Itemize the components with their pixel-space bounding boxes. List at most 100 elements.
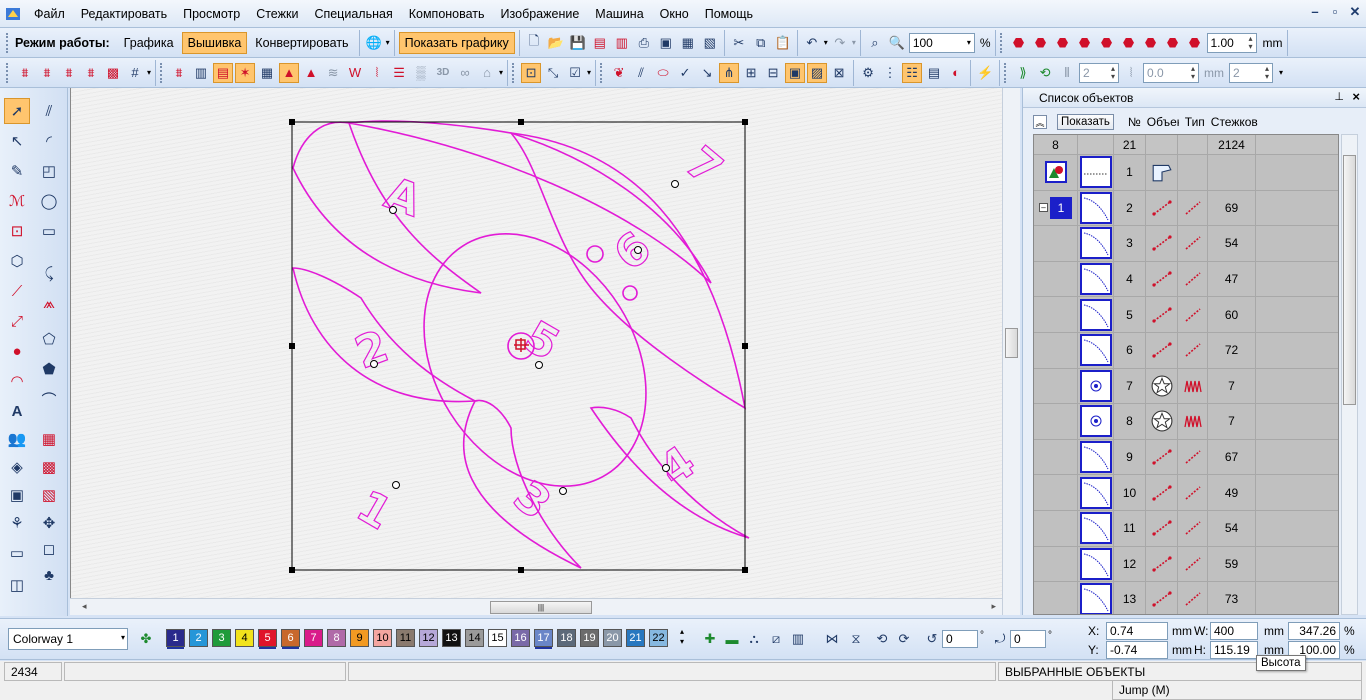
- fill-6-icon[interactable]: ▲: [279, 62, 300, 83]
- node-tool-7-icon[interactable]: ⬣: [1141, 33, 1161, 53]
- zoom-input[interactable]: 100 ▾: [908, 32, 975, 53]
- color-swatch[interactable]: 10: [373, 629, 392, 647]
- colorway-select[interactable]: Colorway 1 ▾: [8, 628, 128, 650]
- grid-stitch-icon[interactable]: #: [125, 63, 145, 83]
- table-icon[interactable]: ⊟: [763, 63, 783, 83]
- shape-tool-icon[interactable]: ◰: [36, 158, 62, 184]
- node-tool-8-icon[interactable]: ⬣: [1163, 33, 1183, 53]
- node-tool-1-icon[interactable]: ⬣: [1009, 33, 1029, 53]
- fill-8-icon[interactable]: ≋: [323, 63, 343, 83]
- zigzag-tool-icon[interactable]: ⩕: [36, 290, 62, 316]
- misc-1-icon[interactable]: ⚙: [858, 63, 878, 83]
- select-tool-icon[interactable]: ➚: [4, 98, 30, 124]
- print-icon[interactable]: ⎙: [634, 33, 654, 53]
- satin-5-icon[interactable]: ▩: [103, 63, 123, 83]
- fill-5-icon[interactable]: ▦: [257, 63, 277, 83]
- repeat-count-input[interactable]: 2 ▴ ▾: [1079, 62, 1120, 83]
- object-thumbnail[interactable]: [1079, 227, 1112, 260]
- settings-icon[interactable]: ▧: [700, 33, 720, 53]
- object-row[interactable]: 13 73: [1034, 582, 1338, 614]
- object-thumbnail[interactable]: [1079, 156, 1112, 189]
- node-tool-4-icon[interactable]: ⬣: [1075, 33, 1095, 53]
- toolbar-grip[interactable]: [512, 62, 516, 83]
- menu-machine[interactable]: Машина: [587, 0, 651, 28]
- export-icon[interactable]: ▥: [612, 33, 632, 53]
- canvas-vscroll[interactable]: [1002, 88, 1020, 615]
- color-swatch[interactable]: 3: [212, 629, 231, 647]
- object-row[interactable]: 77: [1034, 368, 1338, 405]
- hoop-tool-icon[interactable]: ▭: [4, 540, 30, 566]
- object-row[interactable]: 11 54: [1034, 511, 1338, 547]
- object-grid[interactable]: 8 21 2124 1–1 2 69 3 54 4 47 5 60 6 72 7 7 8 7 9 67 10 49 1…: [1033, 134, 1339, 615]
- rotate-left-icon[interactable]: ⟲: [872, 629, 892, 649]
- fill-tool-1-icon[interactable]: ▦: [36, 426, 62, 452]
- tile-icon[interactable]: ⊠: [829, 63, 849, 83]
- zoom-icon[interactable]: 🔍: [887, 33, 907, 53]
- tree2-tool-icon[interactable]: ♣: [36, 562, 62, 588]
- fill-1-icon[interactable]: ⩩: [169, 63, 189, 83]
- menu-special[interactable]: Специальная: [306, 0, 400, 28]
- menu-stitches[interactable]: Стежки: [248, 0, 306, 28]
- color-swatch[interactable]: 16: [511, 629, 530, 647]
- object-thumbnail[interactable]: [1079, 583, 1112, 614]
- object-thumbnail[interactable]: [1079, 298, 1112, 331]
- frame-tool-icon[interactable]: ▣: [4, 482, 30, 508]
- minimize-button[interactable]: –: [1308, 4, 1322, 20]
- bezier-tool-icon[interactable]: ⌒: [36, 386, 62, 412]
- palette-icon[interactable]: ✤: [136, 629, 156, 649]
- object-thumbnail[interactable]: [1079, 263, 1112, 296]
- polyline-tool-icon[interactable]: ⬠: [36, 326, 62, 352]
- fill-13-icon[interactable]: ∞: [455, 63, 475, 83]
- color-swatch[interactable]: 8: [327, 629, 346, 647]
- col-object[interactable]: Объект: [1147, 115, 1179, 129]
- save-icon[interactable]: 💾: [568, 33, 588, 53]
- freehand-tool-icon[interactable]: ⬟: [36, 356, 62, 382]
- menu-help[interactable]: Помощь: [697, 0, 761, 28]
- node-tool-2-icon[interactable]: ⬣: [1031, 33, 1051, 53]
- object-row[interactable]: 3 54: [1034, 226, 1338, 262]
- grid-icon[interactable]: ⊞: [741, 63, 761, 83]
- node-select-icon[interactable]: ↖: [4, 128, 30, 154]
- satin-4-icon[interactable]: ⩩: [81, 63, 101, 83]
- collapse-group-icon[interactable]: –: [1039, 203, 1048, 213]
- object-thumbnail[interactable]: [1079, 512, 1112, 545]
- fill-tool-3-icon[interactable]: ▧: [36, 482, 62, 508]
- hscroll-thumb[interactable]: |||: [490, 601, 592, 614]
- object-thumbnail[interactable]: [1079, 547, 1112, 580]
- pattern-icon[interactable]: ⫽: [631, 63, 651, 83]
- menu-view[interactable]: Просмотр: [175, 0, 248, 28]
- panel-vscroll[interactable]: [1341, 134, 1358, 615]
- group-color-icon[interactable]: [1044, 161, 1067, 184]
- oval-icon[interactable]: ⬭: [653, 63, 673, 83]
- pen-tool-icon[interactable]: ✎: [4, 158, 30, 184]
- fill-tool-2-icon[interactable]: ▩: [36, 454, 62, 480]
- new-file-icon[interactable]: 🗋: [524, 33, 544, 53]
- menu-arrange[interactable]: Компоновать: [401, 0, 493, 28]
- menu-edit[interactable]: Редактировать: [73, 0, 175, 28]
- object-thumbnail[interactable]: [1079, 334, 1112, 367]
- color-swatch[interactable]: 20: [603, 629, 622, 647]
- open-file-icon[interactable]: 📂: [546, 33, 566, 53]
- x-input[interactable]: 0.74: [1106, 622, 1168, 640]
- mirror-v-icon[interactable]: ⧖: [846, 629, 866, 649]
- fill-3-icon[interactable]: ▤: [213, 62, 234, 83]
- toolbar-grip[interactable]: [600, 62, 604, 83]
- paste-icon[interactable]: 📋: [773, 33, 793, 53]
- gap-input[interactable]: 0.0 ▴ ▾: [1143, 62, 1200, 83]
- object-thumbnail[interactable]: [1079, 191, 1112, 224]
- toolbar-grip[interactable]: [6, 62, 10, 83]
- mode-convert-button[interactable]: Конвертировать: [249, 32, 354, 54]
- needle-icon[interactable]: ⋔: [719, 62, 740, 83]
- col-number[interactable]: №: [1128, 115, 1141, 129]
- object-thumbnail[interactable]: [1079, 476, 1112, 509]
- vscroll-thumb[interactable]: [1005, 328, 1018, 358]
- canvas-hscroll[interactable]: ◂ ||| ▸: [70, 598, 1002, 615]
- rotate-input[interactable]: 0: [942, 630, 978, 648]
- color-swatch[interactable]: 18: [557, 629, 576, 647]
- color-swatch[interactable]: 1: [166, 629, 185, 647]
- show-graphics-button[interactable]: Показать графику: [398, 31, 515, 54]
- object-thumbnail[interactable]: [1079, 405, 1112, 438]
- text-tool-icon[interactable]: A: [4, 398, 30, 424]
- satin-1-icon[interactable]: ⩩: [15, 63, 35, 83]
- slant-input[interactable]: 0: [1010, 630, 1046, 648]
